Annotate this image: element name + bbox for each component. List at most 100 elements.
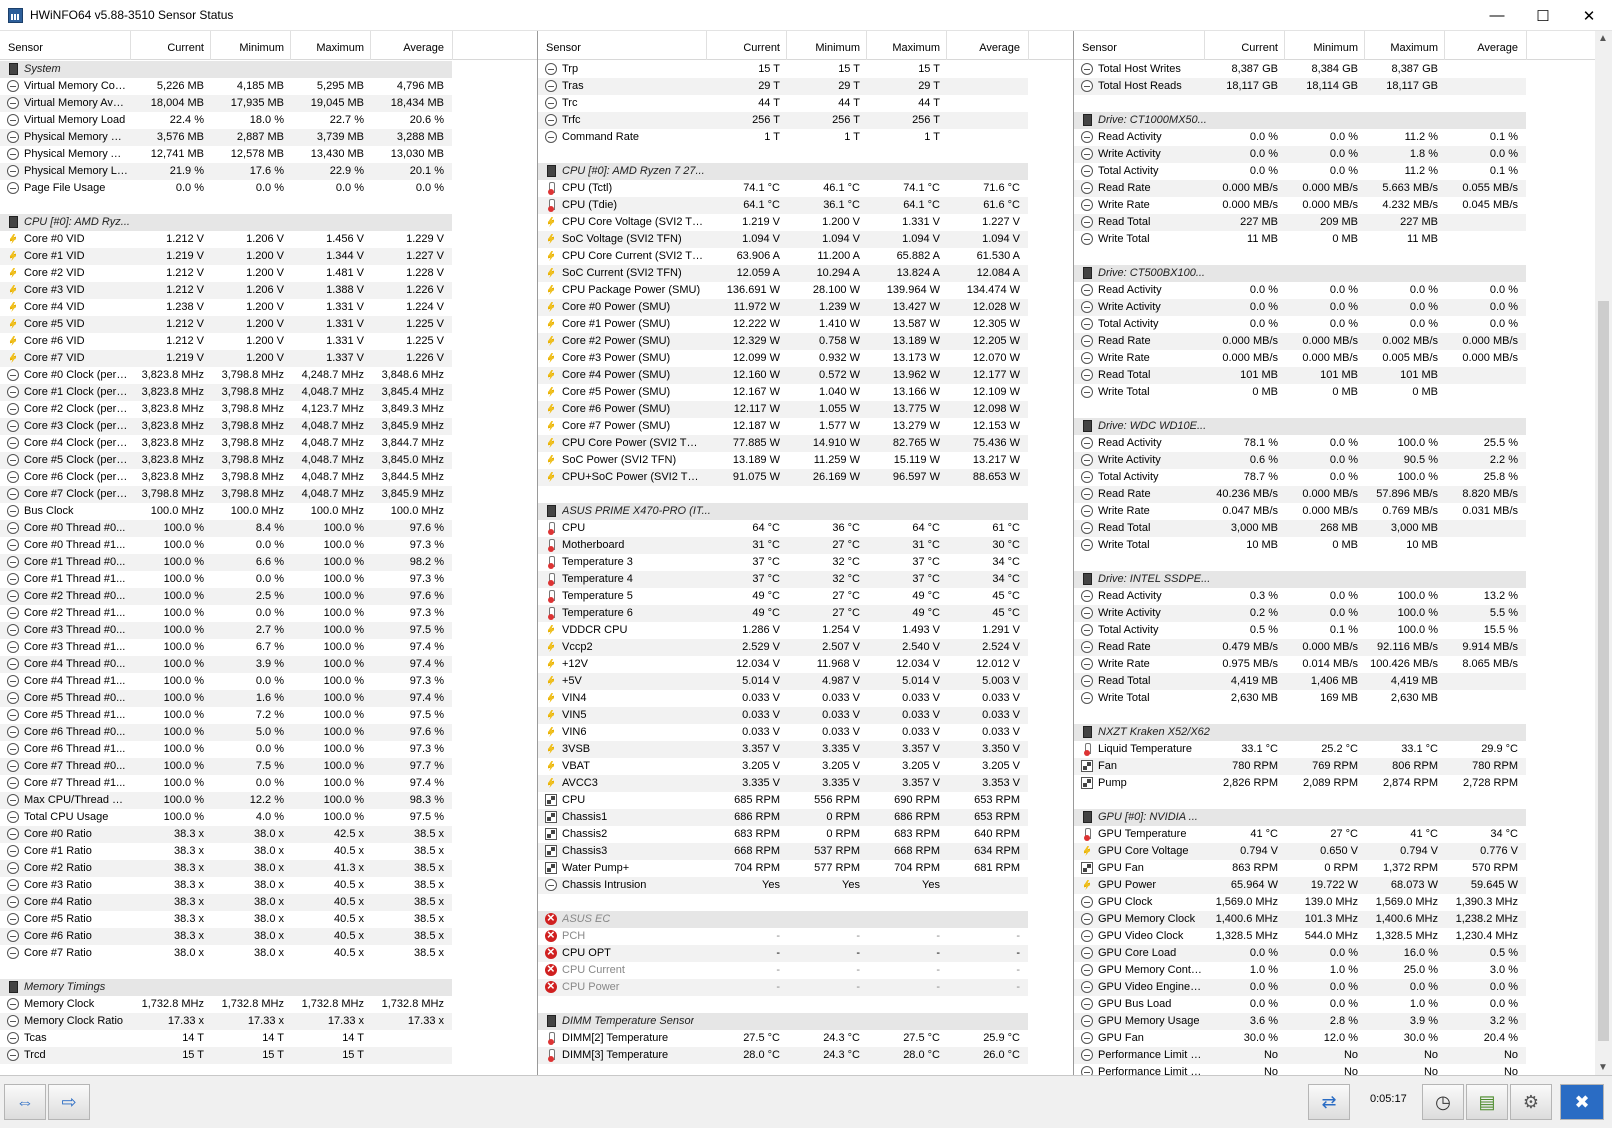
sensor-row[interactable]: Core #4 Ratio 38.3 x 38.0 x 40.5 x 38.5 x [0, 894, 452, 911]
sensor-row[interactable]: Bus Clock 100.0 MHz 100.0 MHz 100.0 MHz 100.… [0, 503, 452, 520]
sensor-row[interactable]: Core #3 Ratio 38.3 x 38.0 x 40.5 x 38.5 x [0, 877, 452, 894]
sensor-row[interactable]: Read Activity 0.0 % 0.0 % 11.2 % 0.1 % [1074, 129, 1526, 146]
sensor-row[interactable]: CPU Core Power (SVI2 TFN) 77.885 W 14.910 … [538, 435, 1028, 452]
sensor-row[interactable]: CPU Current - - - - [538, 961, 1028, 979]
sensor-row[interactable]: Command Rate 1 T 1 T 1 T [538, 129, 1028, 146]
sensor-row[interactable]: Water Pump+ 704 RPM 577 RPM 704 RPM 681 RPM [538, 860, 1028, 877]
sensor-row[interactable]: Core #6 Ratio 38.3 x 38.0 x 40.5 x 38.5 x [0, 928, 452, 945]
sensor-group-header[interactable]: ASUS PRIME X470-PRO (IT... [538, 503, 1028, 520]
sensor-row[interactable]: Total Activity 0.0 % 0.0 % 11.2 % 0.1 % [1074, 163, 1526, 180]
sensor-row[interactable]: +5V 5.014 V 4.987 V 5.014 V 5.003 V [538, 673, 1028, 690]
scroll-up-icon[interactable]: ▲ [1598, 33, 1608, 44]
sensor-row[interactable]: Core #2 Thread #1... 100.0 % 0.0 % 100.0 % 9… [0, 605, 452, 622]
sensor-row[interactable]: Core #4 Clock (perf... 3,823.8 MHz 3,798.8… [0, 435, 452, 452]
sensor-row[interactable]: Core #0 VID 1.212 V 1.206 V 1.456 V 1.229 V [0, 231, 452, 248]
sensor-group-header[interactable]: CPU [#0]: AMD Ryzen 7 27... [538, 163, 1028, 180]
column-header-sensor[interactable]: Sensor [8, 42, 43, 54]
sensor-row[interactable]: Read Activity 78.1 % 0.0 % 100.0 % 25.5 % [1074, 435, 1526, 452]
sensor-row[interactable]: VIN5 0.033 V 0.033 V 0.033 V 0.033 V [538, 707, 1028, 724]
sensor-row[interactable]: Tcas 14 T 14 T 14 T [0, 1030, 452, 1047]
sensor-row[interactable]: Core #7 Power (SMU) 12.187 W 1.577 W 13.279… [538, 418, 1028, 435]
sensor-row[interactable]: Read Total 227 MB 209 MB 227 MB [1074, 214, 1526, 231]
sensor-group-header[interactable]: System [0, 61, 452, 78]
sensor-row[interactable]: Chassis3 668 RPM 537 RPM 668 RPM 634 RPM [538, 843, 1028, 860]
sensor-row[interactable]: Virtual Memory Load 22.4 % 18.0 % 22.7 % 20.… [0, 112, 452, 129]
sensor-row[interactable]: Trfc 256 T 256 T 256 T [538, 112, 1028, 129]
sensor-row[interactable]: GPU Power 65.964 W 19.722 W 68.073 W 59.645 … [1074, 877, 1526, 894]
column-header-current[interactable]: Current [130, 42, 204, 54]
sensor-group-header[interactable]: Memory Timings [0, 979, 452, 996]
sensor-row[interactable]: GPU Memory Contr... 1.0 % 1.0 % 25.0 % 3.0 % [1074, 962, 1526, 979]
sensor-row[interactable]: Liquid Temperature 33.1 °C 25.2 °C 33.1 °C 2… [1074, 741, 1526, 758]
sensor-row[interactable]: PCH - - - - [538, 927, 1028, 945]
sensor-row[interactable]: Write Rate 0.975 MB/s 0.014 MB/s 100.426 MB… [1074, 656, 1526, 673]
sensor-row[interactable]: Write Total 11 MB 0 MB 11 MB [1074, 231, 1526, 248]
sensor-group-header[interactable]: GPU [#0]: NVIDIA ... [1074, 809, 1526, 826]
sensor-row[interactable]: Core #5 Thread #0... 100.0 % 1.6 % 100.0 % 9… [0, 690, 452, 707]
sensor-group-header[interactable]: NXZT Kraken X52/X62 [1074, 724, 1526, 741]
sensor-row[interactable]: Trp 15 T 15 T 15 T [538, 61, 1028, 78]
sensor-row[interactable]: CPU (Tdie) 64.1 °C 36.1 °C 64.1 °C 61.6 °C [538, 197, 1028, 214]
sensor-row[interactable]: Core #1 Thread #0... 100.0 % 6.6 % 100.0 % 9… [0, 554, 452, 571]
sensor-row[interactable]: GPU Clock 1,569.0 MHz 139.0 MHz 1,569.0 MHz… [1074, 894, 1526, 911]
sensor-row[interactable]: VBAT 3.205 V 3.205 V 3.205 V 3.205 V [538, 758, 1028, 775]
sensor-row[interactable]: Core #0 Power (SMU) 11.972 W 1.239 W 13.427… [538, 299, 1028, 316]
sensor-row[interactable]: Core #2 Thread #0... 100.0 % 2.5 % 100.0 % 9… [0, 588, 452, 605]
sensor-row[interactable]: Pump 2,826 RPM 2,089 RPM 2,874 RPM 2,728 RPM [1074, 775, 1526, 792]
sensor-row[interactable]: Write Activity 0.0 % 0.0 % 1.8 % 0.0 % [1074, 146, 1526, 163]
sensor-row[interactable]: Total Activity 0.5 % 0.1 % 100.0 % 15.5 % [1074, 622, 1526, 639]
sensor-row[interactable]: Core #3 Clock (perf... 3,823.8 MHz 3,798.8… [0, 418, 452, 435]
column-header-maximum[interactable]: Maximum [290, 42, 364, 54]
column-header-average[interactable]: Average [1444, 42, 1518, 54]
sensor-row[interactable]: Write Rate 0.047 MB/s 0.000 MB/s 0.769 MB/s… [1074, 503, 1526, 520]
sensor-group-header[interactable]: Drive: CT500BX100... [1074, 265, 1526, 282]
sensor-row[interactable]: SoC Current (SVI2 TFN) 12.059 A 10.294 A 13… [538, 265, 1028, 282]
sensor-group-header[interactable]: CPU [#0]: AMD Ryz... [0, 214, 452, 231]
sensor-row[interactable]: Core #7 Thread #0... 100.0 % 7.5 % 100.0 % 9… [0, 758, 452, 775]
sensor-row[interactable]: Write Total 0 MB 0 MB 0 MB [1074, 384, 1526, 401]
sensor-row[interactable]: Core #1 Power (SMU) 12.222 W 1.410 W 13.587… [538, 316, 1028, 333]
sensor-row[interactable]: Total Host Writes 8,387 GB 8,384 GB 8,387 G… [1074, 61, 1526, 78]
sensor-group-header[interactable]: ASUS EC [538, 910, 1028, 928]
sensor-row[interactable]: Core #6 Clock (perf... 3,823.8 MHz 3,798.8… [0, 469, 452, 486]
report-button[interactable]: ▤ [1466, 1084, 1508, 1120]
column-header-maximum[interactable]: Maximum [1364, 42, 1438, 54]
sensor-row[interactable]: Physical Memory Av... 12,741 MB 12,578 MB 1… [0, 146, 452, 163]
sensor-row[interactable]: Core #5 Power (SMU) 12.167 W 1.040 W 13.166… [538, 384, 1028, 401]
sensor-row[interactable]: Core #7 Clock (perf... 3,798.8 MHz 3,798.8… [0, 486, 452, 503]
sensor-row[interactable]: Performance Limit - ... No No No No [1074, 1047, 1526, 1064]
sensor-row[interactable]: Core #4 Power (SMU) 12.160 W 0.572 W 13.962… [538, 367, 1028, 384]
sensor-row[interactable]: Core #3 Thread #0... 100.0 % 2.7 % 100.0 % 9… [0, 622, 452, 639]
sensor-row[interactable]: Core #2 Ratio 38.3 x 38.0 x 41.3 x 38.5 x [0, 860, 452, 877]
sensor-row[interactable]: CPU 64 °C 36 °C 64 °C 61 °C [538, 520, 1028, 537]
sensor-row[interactable]: GPU Bus Load 0.0 % 0.0 % 1.0 % 0.0 % [1074, 996, 1526, 1013]
sensor-row[interactable]: Core #0 Thread #1... 100.0 % 0.0 % 100.0 % 9… [0, 537, 452, 554]
sensor-row[interactable]: SoC Voltage (SVI2 TFN) 1.094 V 1.094 V 1.09… [538, 231, 1028, 248]
sensor-row[interactable]: Write Total 10 MB 0 MB 10 MB [1074, 537, 1526, 554]
sensor-row[interactable]: Chassis1 686 RPM 0 RPM 686 RPM 653 RPM [538, 809, 1028, 826]
sensor-row[interactable]: VDDCR CPU 1.286 V 1.254 V 1.493 V 1.291 V [538, 622, 1028, 639]
sensor-row[interactable]: Temperature 5 49 °C 27 °C 49 °C 45 °C [538, 588, 1028, 605]
sensor-row[interactable]: Core #0 Clock (perf... 3,823.8 MHz 3,798.8… [0, 367, 452, 384]
close-sensors-button[interactable]: ✖ [1560, 1084, 1604, 1120]
sensor-row[interactable]: Read Rate 0.000 MB/s 0.000 MB/s 5.663 MB/s 0… [1074, 180, 1526, 197]
vertical-scrollbar[interactable]: ▲ ▼ [1595, 31, 1612, 1075]
sensor-row[interactable]: Virtual Memory Avai... 18,004 MB 17,935 MB… [0, 95, 452, 112]
sensor-row[interactable]: Motherboard 31 °C 27 °C 31 °C 30 °C [538, 537, 1028, 554]
sensor-row[interactable]: Read Total 3,000 MB 268 MB 3,000 MB [1074, 520, 1526, 537]
sensor-row[interactable]: GPU Video Engine L... 0.0 % 0.0 % 0.0 % 0.0 … [1074, 979, 1526, 996]
sensor-row[interactable]: CPU Power - - - - [538, 978, 1028, 996]
sensor-row[interactable]: Core #3 Power (SMU) 12.099 W 0.932 W 13.173… [538, 350, 1028, 367]
sensor-row[interactable]: Virtual Memory Com... 5,226 MB 4,185 MB 5,2… [0, 78, 452, 95]
column-header-current[interactable]: Current [706, 42, 780, 54]
sensor-row[interactable]: GPU Fan 863 RPM 0 RPM 1,372 RPM 570 RPM [1074, 860, 1526, 877]
column-header-minimum[interactable]: Minimum [1284, 42, 1358, 54]
scrollbar-thumb[interactable] [1598, 301, 1609, 1041]
close-window-button[interactable]: ✕ [1566, 0, 1612, 31]
sensor-row[interactable]: Core #1 VID 1.219 V 1.200 V 1.344 V 1.227 V [0, 248, 452, 265]
sensor-row[interactable]: GPU Video Clock 1,328.5 MHz 544.0 MHz 1,328… [1074, 928, 1526, 945]
scroll-down-icon[interactable]: ▼ [1598, 1062, 1608, 1073]
sensor-row[interactable]: Write Activity 0.2 % 0.0 % 100.0 % 5.5 % [1074, 605, 1526, 622]
sensor-row[interactable]: Core #3 Thread #1... 100.0 % 6.7 % 100.0 % 9… [0, 639, 452, 656]
sensor-row[interactable]: CPU 685 RPM 556 RPM 690 RPM 653 RPM [538, 792, 1028, 809]
